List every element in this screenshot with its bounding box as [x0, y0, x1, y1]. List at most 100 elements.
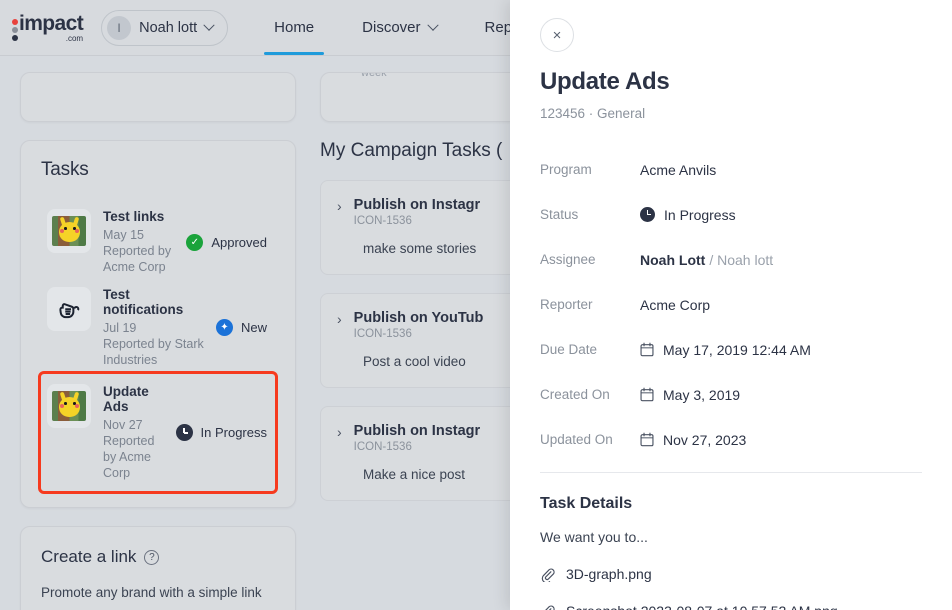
chevron-down-icon [203, 19, 215, 31]
task-name: Test links [103, 209, 165, 224]
field-label: Status [540, 207, 579, 222]
list-item[interactable]: Test links May 15 Reported by Acme Corp … [41, 203, 275, 281]
paperclip-icon [541, 568, 555, 582]
task-date: May 15 [103, 228, 144, 242]
field-value-text: May 3, 2019 [663, 386, 741, 403]
check-circle-icon: ✓ [186, 233, 204, 251]
task-name: Test notifications [103, 287, 184, 317]
task-details-body: We want you to... [540, 529, 648, 545]
field-value: Acme Corp [640, 297, 710, 313]
create-link-card: Create a link ? Promote any brand with a… [20, 526, 296, 610]
field-due-date: Due Date May 17, 2019 12:44 AM [540, 327, 922, 372]
field-status: Status In Progress [540, 192, 922, 237]
list-item[interactable]: Test notifications Jul 19 Reported by St… [41, 281, 275, 374]
tasks-list: Test links May 15 Reported by Acme Corp … [38, 203, 278, 494]
assignee-primary: Noah Lott [640, 251, 706, 268]
drawer-title: Update Ads [540, 68, 670, 95]
task-reporter: Reported by Stark Industries [103, 337, 204, 367]
divider [540, 472, 922, 473]
status-badge: ✦ New [215, 319, 269, 336]
task-reporter: Reported by Acme Corp [103, 434, 155, 480]
field-value: May 17, 2019 12:44 AM [640, 342, 811, 358]
nav-item-home[interactable]: Home [250, 0, 338, 55]
task-thumbnail [47, 384, 91, 428]
field-value-text: In Progress [664, 206, 736, 223]
paperclip-icon [544, 605, 555, 610]
chevron-right-icon[interactable]: › [337, 198, 342, 215]
field-value-text: Acme Corp [640, 296, 711, 313]
calendar-icon [640, 432, 654, 447]
status-badge: ✓ Approved [186, 233, 269, 251]
partial-week-label: week [361, 72, 387, 79]
close-icon[interactable]: × [540, 18, 574, 52]
chevron-right-icon[interactable]: › [337, 311, 342, 328]
chevron-down-icon [426, 19, 439, 31]
list-item-selected[interactable]: Update Ads Nov 27 Reported by Acme Corp … [38, 371, 278, 494]
field-value: Nov 27, 2023 [640, 432, 746, 448]
field-value: In Progress [640, 207, 736, 223]
nav-item-label: Home [274, 19, 315, 36]
campaign-task-name: Publish on Instagr [353, 197, 481, 213]
field-label: Updated On [540, 432, 613, 447]
user-account-selector[interactable]: I Noah lott [101, 9, 229, 46]
field-label: Assignee [540, 252, 596, 267]
field-assignee: Assignee Noah Lott / Noah lott [540, 237, 922, 282]
tasks-card-title: Tasks [41, 159, 89, 180]
status-label: In Progress [200, 425, 267, 440]
field-value-text: May 17, 2019 12:44 AM [663, 341, 811, 358]
nav-item-discover[interactable]: Discover [338, 0, 460, 55]
app-root: impact .com I Noah lott Home Discover Re [0, 0, 952, 610]
shaka-hand-icon [59, 303, 80, 319]
create-link-title: Create a link ? [41, 547, 275, 567]
field-value: Noah Lott / Noah lott [640, 252, 773, 268]
pikachu-image-icon [52, 216, 86, 246]
task-details-title: Task Details [540, 495, 633, 512]
campaign-task-id: ICON-1536 [353, 215, 412, 227]
field-label: Reporter [540, 297, 593, 312]
task-date: Jul 19 [103, 321, 137, 335]
task-detail-drawer: × Update Ads 123456 · General Program Ac… [510, 0, 952, 610]
field-list: Program Acme Anvils Status In Progress A… [540, 147, 922, 462]
drawer-subtitle: 123456 · General [540, 106, 646, 121]
logo-dots-icon [12, 19, 18, 41]
impact-logo[interactable]: impact .com [8, 12, 84, 43]
attachment-item[interactable]: 3D-graph.png [540, 566, 922, 582]
partial-card-above [20, 72, 296, 122]
campaign-task-id: ICON-1536 [353, 441, 412, 453]
calendar-icon [640, 387, 654, 402]
tasks-card: Tasks Test links May 15 Reported by Acme… [20, 140, 296, 508]
attachment-name: Screenshot 2023-08-07 at 10.57.52 AM.png [566, 603, 838, 610]
task-meta: Test links May 15 Reported by Acme Corp [103, 209, 174, 275]
avatar: I [107, 15, 132, 40]
field-value-text: Acme Anvils [640, 161, 717, 178]
calendar-icon [640, 342, 654, 357]
create-link-subtitle: Promote any brand with a simple link [41, 585, 262, 600]
create-link-title-label: Create a link [41, 547, 137, 566]
nav-item-label: Discover [362, 19, 421, 36]
field-value: May 3, 2019 [640, 387, 740, 403]
field-label: Program [540, 162, 592, 177]
task-reporter: Reported by Acme Corp [103, 244, 172, 274]
field-value-text: Nov 27, 2023 [663, 431, 747, 448]
help-icon[interactable]: ? [144, 549, 160, 565]
status-label: New [240, 320, 267, 335]
status-label: Approved [211, 234, 267, 250]
field-reporter: Reporter Acme Corp [540, 282, 922, 327]
attachment-name: 3D-graph.png [566, 566, 652, 582]
clock-circle-icon [175, 424, 193, 441]
pikachu-image-icon [52, 391, 86, 421]
task-meta: Update Ads Nov 27 Reported by Acme Corp [103, 384, 164, 481]
field-value: Acme Anvils [640, 162, 716, 178]
chevron-right-icon[interactable]: › [337, 424, 342, 441]
field-created-on: Created On May 3, 2019 [540, 372, 922, 417]
field-label: Created On [540, 387, 610, 402]
attachment-item[interactable]: Screenshot 2023-08-07 at 10.57.52 AM.png [540, 603, 922, 610]
task-date: Nov 27 [103, 418, 143, 432]
field-program: Program Acme Anvils [540, 147, 922, 192]
assignee-secondary: / Noah lott [709, 251, 774, 268]
campaign-task-id: ICON-1536 [353, 328, 412, 340]
field-label: Due Date [540, 342, 598, 357]
logo-tld: .com [65, 34, 84, 43]
logo-wordmark: impact [19, 12, 84, 35]
star-circle-icon: ✦ [215, 319, 233, 336]
